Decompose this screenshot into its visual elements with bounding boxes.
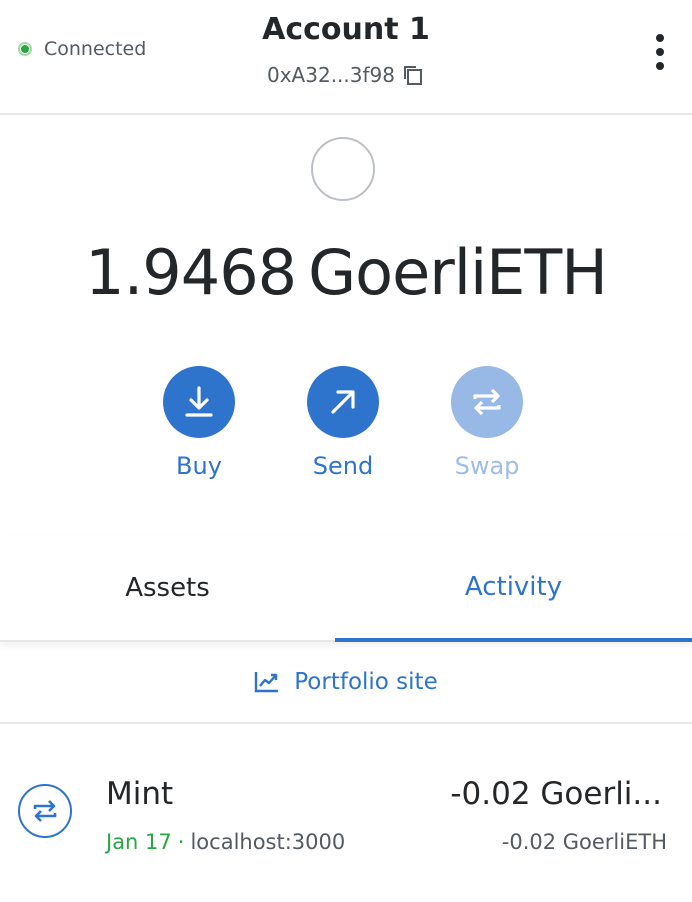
swap-arrows-glyph	[33, 800, 57, 822]
balance-amount: 1.9468	[85, 236, 297, 309]
transaction-date: Jan 17	[106, 830, 172, 854]
account-avatar	[311, 137, 375, 201]
buy-label: Buy	[176, 452, 222, 480]
transaction-separator: ·	[177, 830, 185, 854]
download-icon	[185, 386, 213, 417]
buy-button[interactable]: Buy	[144, 366, 254, 480]
swap-arrows-icon	[18, 784, 72, 838]
balance-currency: GoerliETH	[308, 236, 608, 309]
send-circle	[307, 366, 379, 438]
list-item[interactable]: Mint Jan 17 · localhost:3000 -0.02 Goerli.…	[0, 724, 692, 902]
balance-display: 1.9468 GoerliETH	[0, 236, 692, 309]
tab-assets[interactable]: Assets	[0, 535, 335, 642]
portfolio-site-label: Portfolio site	[294, 669, 438, 695]
swap-label: Swap	[454, 452, 520, 480]
account-name[interactable]: Account 1	[0, 12, 692, 47]
buy-circle	[163, 366, 235, 438]
kebab-dot	[656, 34, 664, 42]
chart-line-icon	[255, 672, 279, 693]
swap-button[interactable]: Swap	[432, 366, 542, 480]
copy-icon	[403, 66, 422, 85]
kebab-dot	[656, 48, 664, 56]
portfolio-site-link[interactable]: Portfolio site	[0, 642, 692, 724]
address-copy-button[interactable]: 0xA32...3f98	[0, 63, 692, 87]
transaction-origin: localhost:3000	[190, 830, 346, 854]
account-address: 0xA32...3f98	[267, 63, 395, 87]
transaction-subtitle: Jan 17 · localhost:3000	[106, 830, 345, 854]
transaction-amount-secondary: -0.02 GoerliETH	[501, 830, 667, 854]
send-button[interactable]: Send	[288, 366, 398, 480]
send-label: Send	[312, 452, 374, 480]
kebab-dot	[656, 62, 664, 70]
transaction-title: Mint	[106, 776, 174, 812]
tab-bar: Assets Activity	[0, 535, 692, 642]
transaction-amount-primary: -0.02 Goerli...	[450, 776, 662, 812]
arrow-up-right-icon	[331, 390, 355, 414]
swap-icon	[473, 388, 501, 416]
account-header: Connected Account 1 0xA32...3f98	[0, 0, 692, 115]
swap-circle	[451, 366, 523, 438]
kebab-menu-icon[interactable]	[650, 34, 670, 70]
tab-activity[interactable]: Activity	[335, 535, 692, 642]
